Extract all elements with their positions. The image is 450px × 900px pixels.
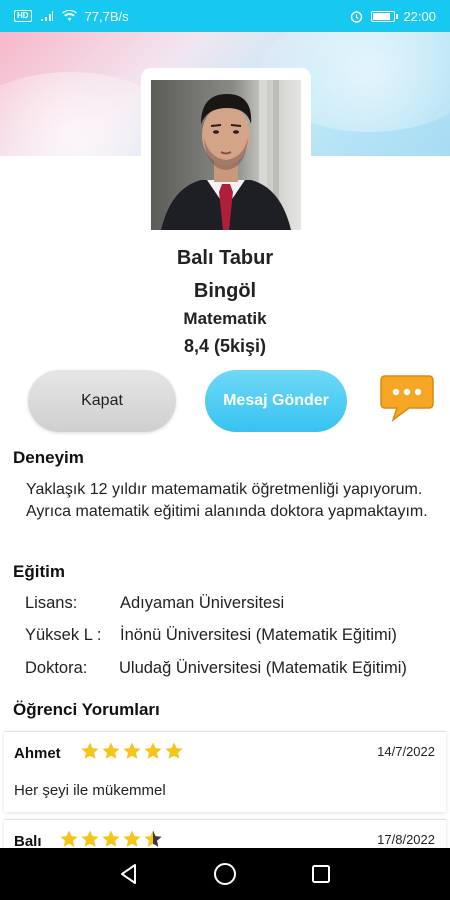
status-left: HD 77,7B/s bbox=[14, 9, 129, 24]
teacher-city: Bingöl bbox=[193, 280, 257, 302]
teacher-name: Balı Tabur bbox=[176, 247, 274, 269]
star-rating bbox=[59, 829, 163, 849]
teacher-rating: 8,4 (5kişi) bbox=[183, 336, 267, 356]
experience-text: Yaklaşık 12 yıldır matemamatik öğretmenl… bbox=[26, 481, 428, 520]
star-full-icon bbox=[123, 742, 141, 759]
close-button[interactable]: Kapat bbox=[28, 370, 176, 432]
star-full-icon bbox=[102, 742, 120, 759]
comment-author: Ahmet bbox=[14, 745, 61, 762]
navigation-bar bbox=[0, 848, 450, 900]
signal-icon bbox=[40, 11, 53, 21]
chat-bubble-icon[interactable] bbox=[379, 373, 435, 423]
back-icon[interactable] bbox=[116, 861, 142, 887]
education-title: Eğitim bbox=[13, 562, 65, 581]
battery-icon bbox=[371, 10, 399, 22]
hd-badge: HD bbox=[14, 10, 32, 22]
profile-photo bbox=[151, 80, 301, 230]
experience-title: Deneyim bbox=[13, 448, 84, 467]
education-label: Yüksek L : bbox=[25, 626, 102, 644]
star-full-icon bbox=[60, 830, 78, 847]
teacher-subject: Matematik bbox=[183, 309, 267, 328]
star-full-icon bbox=[144, 742, 162, 759]
comment-text: Her şeyi ile mükemmel bbox=[14, 782, 166, 799]
recents-icon[interactable] bbox=[308, 861, 334, 887]
home-icon[interactable] bbox=[212, 861, 238, 887]
network-speed: 77,7B/s bbox=[84, 8, 129, 24]
wifi-icon bbox=[61, 10, 77, 21]
education-value: İnönü Üniversitesi (Matematik Eğitimi) bbox=[120, 626, 397, 644]
alarm-icon bbox=[351, 10, 363, 23]
clock: 22:00 bbox=[403, 8, 436, 24]
comment-card[interactable]: Ahmet 14/7/2022 Her şeyi ile mükemmel bbox=[4, 731, 446, 812]
star-full-icon bbox=[165, 742, 183, 759]
status-bar: HD 77,7B/s 22:00 bbox=[0, 0, 450, 32]
education-label: Doktora: bbox=[25, 659, 88, 677]
profile-photo-card bbox=[141, 68, 311, 240]
star-full-icon bbox=[81, 742, 99, 759]
star-full-icon bbox=[102, 830, 120, 847]
education-value: Adıyaman Üniversitesi bbox=[120, 594, 285, 612]
star-half-icon bbox=[144, 830, 162, 847]
education-label: Lisans: bbox=[25, 594, 78, 612]
star-rating bbox=[80, 741, 184, 761]
education-value: Uludağ Üniversitesi (Matematik Eğitimi) bbox=[119, 659, 407, 677]
status-right: 22:00 bbox=[350, 9, 436, 24]
battery-level bbox=[373, 12, 390, 20]
send-message-button[interactable]: Mesaj Gönder bbox=[205, 370, 347, 432]
comment-date: 17/8/2022 bbox=[377, 832, 435, 847]
star-full-icon bbox=[81, 830, 99, 847]
comment-date: 14/7/2022 bbox=[377, 744, 435, 759]
star-full-icon bbox=[123, 830, 141, 847]
comments-title: Öğrenci Yorumları bbox=[13, 700, 160, 719]
